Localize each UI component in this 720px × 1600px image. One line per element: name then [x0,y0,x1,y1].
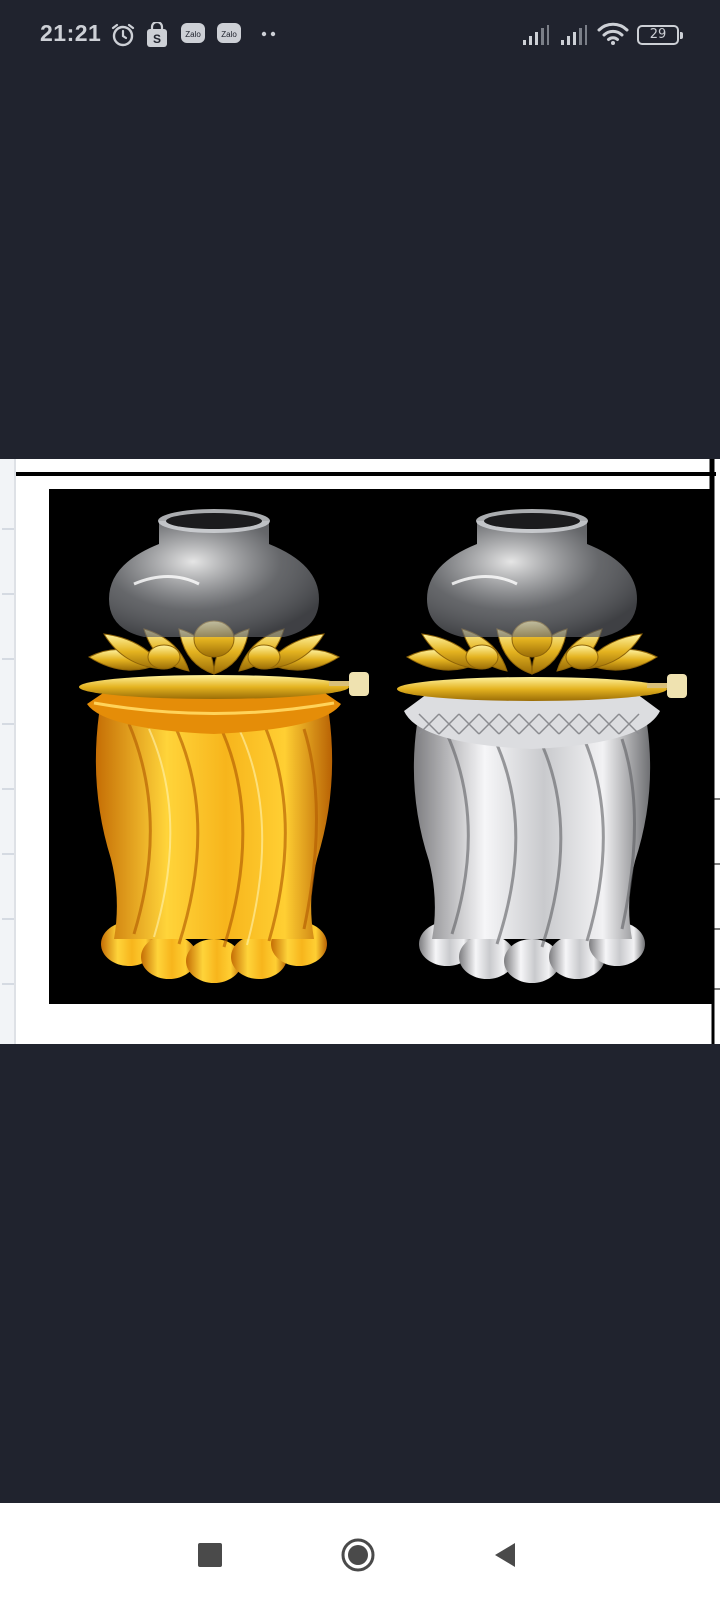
clear-lamp [397,509,687,983]
zalo-label: Zalo [221,30,237,39]
svg-text:S: S [153,32,161,46]
more-dots-icon [261,31,276,37]
right-border [711,459,720,1044]
clock-time: 21:21 [40,20,102,46]
home-icon[interactable] [340,1537,376,1573]
top-border-lines [16,459,716,489]
alarm-icon [111,23,135,47]
back-icon[interactable] [493,1542,517,1568]
signal-icon [561,25,587,45]
navigation-bar [0,1503,720,1600]
zalo-icon: Zalo [181,23,205,43]
product-photo [49,489,712,1004]
zalo-icon: Zalo [217,23,241,43]
amber-lamp [79,509,369,983]
battery-icon: 29 [637,25,683,45]
left-gutter [0,459,16,1044]
recents-icon[interactable] [198,1543,222,1567]
battery-level: 29 [649,27,667,42]
signal-icon [523,25,549,45]
lotus-lamps-illustration [79,509,687,983]
shopping-bag-icon: S [147,22,167,47]
zalo-label: Zalo [185,30,201,39]
image-viewer[interactable] [0,459,720,1044]
status-bar: 21:21 S Zalo Zalo 29 [0,0,720,70]
wifi-icon [597,22,629,45]
